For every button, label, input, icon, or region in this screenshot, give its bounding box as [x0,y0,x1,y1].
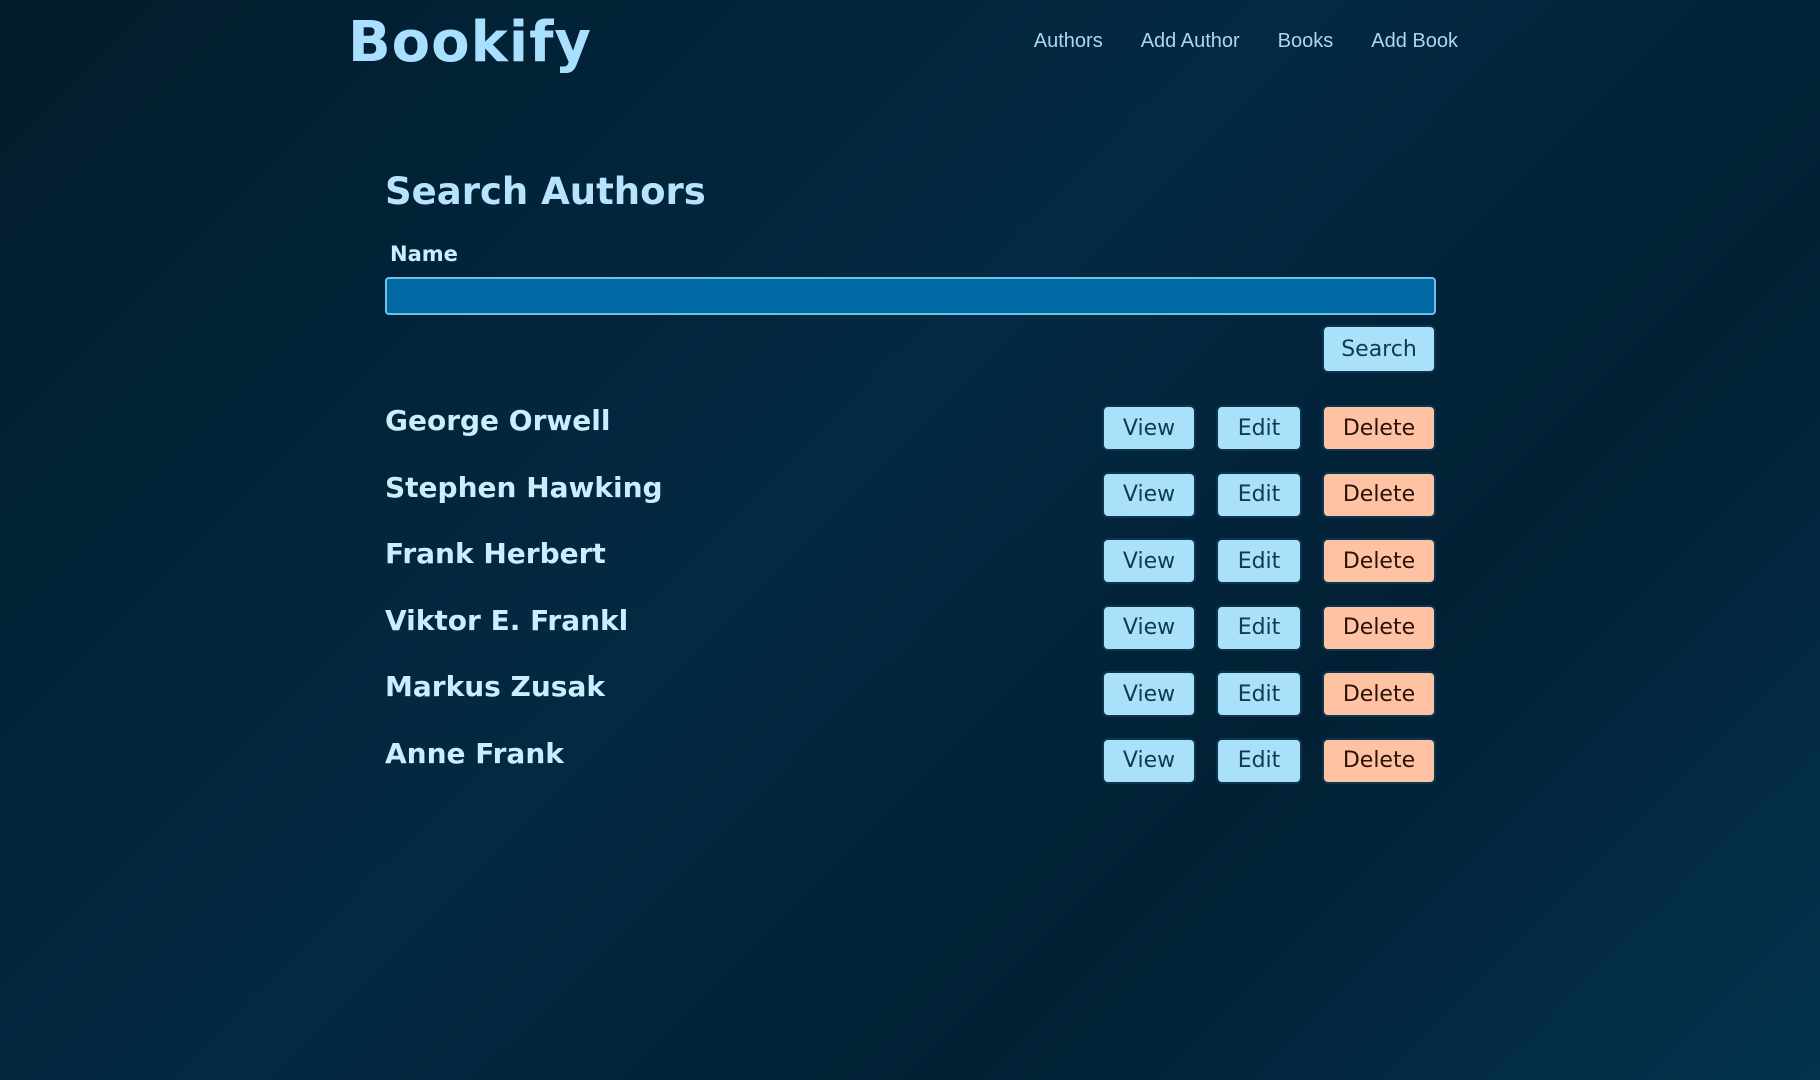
author-actions: View Edit Delete [1102,471,1436,518]
search-actions: Search [385,325,1436,373]
view-button[interactable]: View [1102,471,1196,518]
main-content: Search Authors Name Search George Orwell… [385,160,1436,804]
author-row: Anne Frank View Edit Delete [385,737,1436,784]
author-name: Frank Herbert [385,537,606,570]
nav-add-book-link[interactable]: Add Book [1371,30,1458,53]
main-nav: Authors Add Author Books Add Book [1034,30,1458,53]
edit-button[interactable]: Edit [1216,604,1302,651]
edit-button[interactable]: Edit [1216,671,1302,717]
edit-button[interactable]: Edit [1216,471,1302,518]
author-actions: View Edit Delete [1102,405,1436,451]
view-button[interactable]: View [1102,737,1196,784]
delete-button[interactable]: Delete [1322,604,1436,651]
view-button[interactable]: View [1102,405,1196,451]
page-title: Search Authors [385,170,706,213]
edit-button[interactable]: Edit [1216,405,1302,451]
edit-button[interactable]: Edit [1216,737,1302,784]
nav-authors-link[interactable]: Authors [1034,30,1103,53]
delete-button[interactable]: Delete [1322,405,1436,451]
delete-button[interactable]: Delete [1322,737,1436,784]
search-button[interactable]: Search [1322,325,1436,373]
author-actions: View Edit Delete [1102,538,1436,584]
author-name: Markus Zusak [385,670,605,703]
nav-add-author-link[interactable]: Add Author [1141,30,1240,53]
name-field-label: Name [390,242,458,266]
author-actions: View Edit Delete [1102,737,1436,784]
logo[interactable]: Bookify [348,8,592,78]
delete-button[interactable]: Delete [1322,538,1436,584]
view-button[interactable]: View [1102,604,1196,651]
nav-books-link[interactable]: Books [1278,30,1334,53]
author-name: Stephen Hawking [385,470,663,504]
author-actions: View Edit Delete [1102,604,1436,651]
name-search-input[interactable] [385,277,1436,315]
author-name: George Orwell [385,404,611,437]
view-button[interactable]: View [1102,671,1196,717]
author-row: Frank Herbert View Edit Delete [385,537,1436,584]
author-row: George Orwell View Edit Delete [385,404,1436,451]
author-list: George Orwell View Edit Delete Stephen H… [385,404,1436,784]
author-row: Stephen Hawking View Edit Delete [385,471,1436,518]
site-header: Bookify Authors Add Author Books Add Boo… [348,8,1458,78]
author-row: Viktor E. Frankl View Edit Delete [385,604,1436,651]
author-row: Markus Zusak View Edit Delete [385,670,1436,717]
author-name: Anne Frank [385,736,564,770]
author-actions: View Edit Delete [1102,671,1436,717]
delete-button[interactable]: Delete [1322,471,1436,518]
view-button[interactable]: View [1102,538,1196,584]
edit-button[interactable]: Edit [1216,538,1302,584]
author-name: Viktor E. Frankl [385,603,629,637]
delete-button[interactable]: Delete [1322,671,1436,717]
